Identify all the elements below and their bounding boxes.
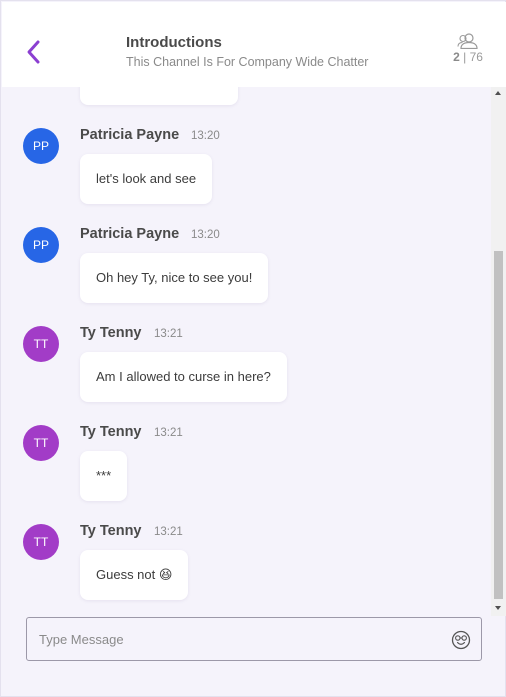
message-bubble: let's look and see (80, 154, 213, 204)
message-time: 13:21 (154, 328, 183, 340)
message-bubble: Guess not 😆 (80, 550, 189, 600)
members-button[interactable]: 2 | 76 (448, 33, 488, 64)
avatar[interactable]: TT (23, 425, 59, 461)
channel-title: Introductions (126, 34, 222, 51)
members-online: 2 (453, 50, 460, 64)
avatar[interactable]: TT (23, 326, 59, 362)
avatar[interactable]: PP (23, 128, 59, 164)
message-author[interactable]: Ty Tenny (80, 523, 142, 539)
message-list[interactable]: PP Patricia Payne 13:20 let's look and s… (2, 87, 491, 616)
message-author[interactable]: Ty Tenny (80, 325, 142, 341)
scroll-up-arrow-icon[interactable] (495, 91, 501, 95)
scrollbar-thumb[interactable] (494, 251, 503, 599)
scrollbar[interactable] (491, 87, 506, 616)
message-time: 13:20 (191, 130, 220, 142)
message-author[interactable]: Patricia Payne (80, 127, 179, 143)
users-icon (457, 33, 478, 49)
back-button[interactable] (24, 38, 44, 68)
members-separator: | (463, 50, 467, 64)
emoji-button[interactable] (451, 630, 471, 650)
members-count: 2 | 76 (448, 50, 488, 64)
message-bubble-partial (80, 87, 238, 105)
message-time: 13:21 (154, 526, 183, 538)
emoji-icon (451, 630, 471, 650)
avatar[interactable]: TT (23, 524, 59, 560)
chevron-left-icon (27, 40, 40, 64)
message-bubble: Oh hey Ty, nice to see you! (80, 253, 269, 303)
message-composer (26, 617, 482, 661)
message-input[interactable] (39, 628, 439, 650)
message-author[interactable]: Patricia Payne (80, 226, 179, 242)
channel-header: Introductions This Channel Is For Compan… (2, 2, 506, 87)
message-bubble: Am I allowed to curse in here? (80, 352, 287, 402)
message-bubble: *** (80, 451, 128, 501)
message-author[interactable]: Ty Tenny (80, 424, 142, 440)
message-time: 13:21 (154, 427, 183, 439)
chat-window: Introductions This Channel Is For Compan… (0, 0, 506, 697)
avatar[interactable]: PP (23, 227, 59, 263)
scroll-down-arrow-icon[interactable] (495, 606, 501, 610)
channel-description: This Channel Is For Company Wide Chatter (126, 55, 369, 69)
members-total: 76 (469, 50, 483, 64)
message-time: 13:20 (191, 229, 220, 241)
